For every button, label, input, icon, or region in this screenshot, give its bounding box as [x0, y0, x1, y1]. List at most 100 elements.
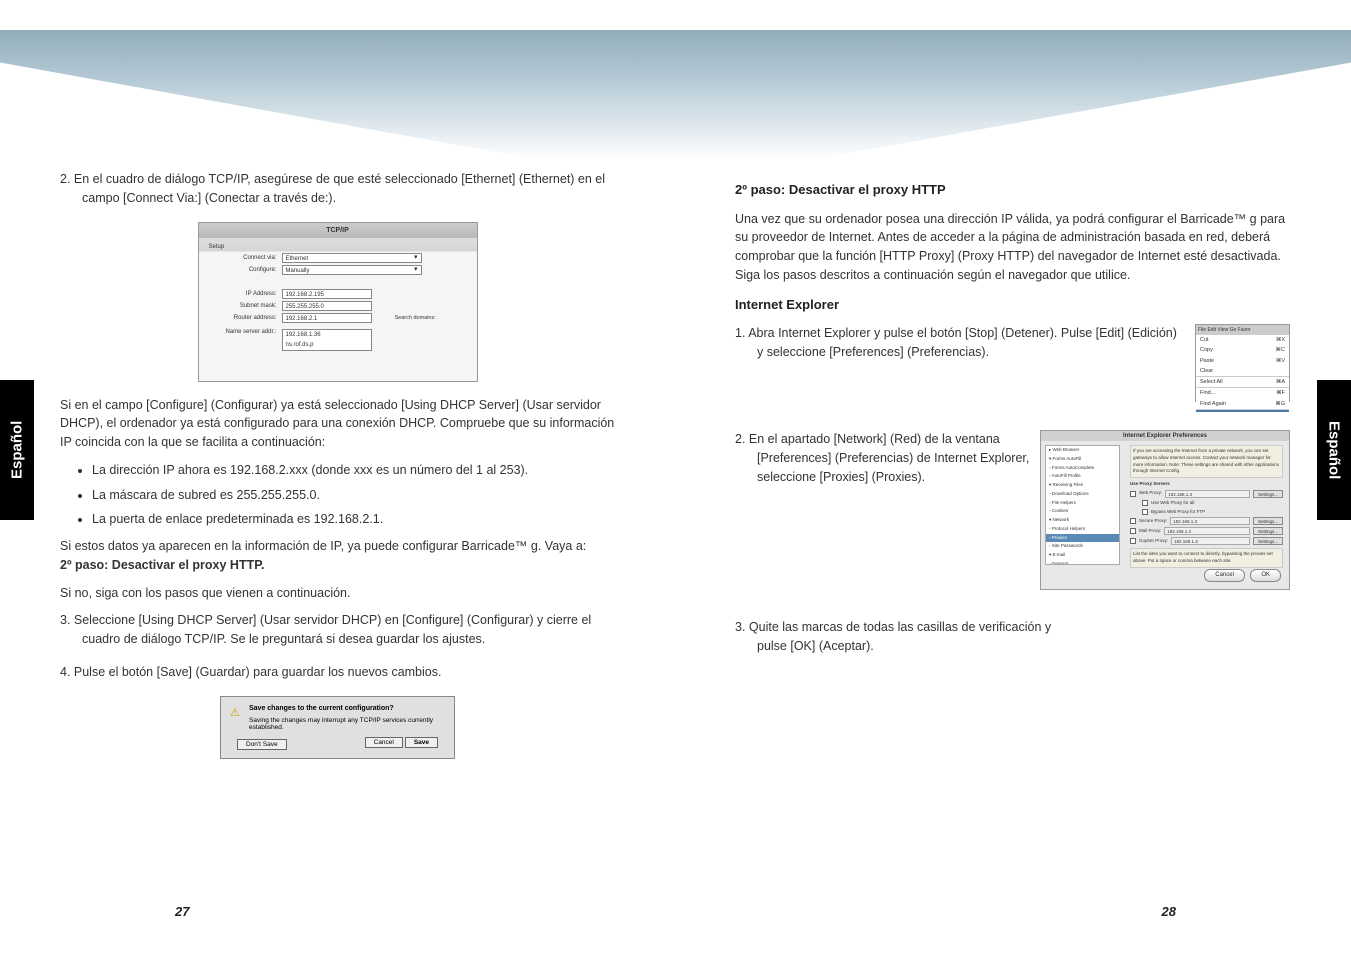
mi-prefs-key: ⌘;	[1278, 411, 1285, 412]
mi-find: Find...	[1200, 389, 1215, 397]
sb-6: ◦ File Helpers	[1046, 499, 1119, 508]
sb-9: ◦ Protocol Helpers	[1046, 525, 1119, 534]
configure-label: Configure:	[209, 267, 277, 273]
save-dialog-image: ⚠ Save changes to the current configurat…	[220, 696, 455, 759]
right-step1-item: File Edit View Go Favor Cut ⌘X Copy ⌘C Pas…	[735, 324, 1290, 412]
sb-7: ◦ Cookies	[1046, 507, 1119, 516]
bullet-3: La puerta de enlace predeterminada es 19…	[92, 510, 615, 529]
dont-save-button: Don't Save	[237, 739, 287, 750]
right-step2: 2. En el apartado [Network] (Red) de la …	[735, 430, 1055, 486]
tcpip-setup-label: Setup	[209, 244, 467, 250]
connect-via-field: Ethernet	[282, 253, 422, 263]
edit-menu-image: File Edit View Go Favor Cut ⌘X Copy ⌘C Pas…	[1195, 324, 1290, 402]
sb-10: ◦ Proxies	[1046, 534, 1119, 543]
mi-cut: Cut	[1200, 336, 1209, 344]
ip-field: 192.168.2.195	[282, 289, 372, 299]
pr-secure-set: Settings...	[1253, 517, 1283, 525]
mi-copy-key: ⌘C	[1276, 346, 1285, 354]
dns-field: 192.168.1.36 ns.rof.ds.p	[282, 329, 372, 351]
prefs-title: Internet Explorer Preferences	[1041, 431, 1289, 441]
pr-secure-val: 192.168.1.3	[1170, 517, 1250, 525]
left-para2-text: Si estos datos ya aparecen en la informa…	[60, 539, 586, 553]
connect-via-label: Connect via:	[209, 255, 277, 261]
pr-web: Web Proxy:	[1139, 490, 1162, 497]
pr-gopher-set: Settings...	[1253, 537, 1283, 545]
mi-cut-key: ⌘X	[1276, 336, 1285, 344]
right-step3-item: 3. Quite las marcas de todas las casilla…	[735, 618, 1290, 656]
save-dialog-sub: Saving the changes may interrupt any TCP…	[249, 717, 444, 731]
pr-gopher-val: 192.168.1.3	[1171, 537, 1250, 545]
left-para2: Si estos datos ya aparecen en la informa…	[60, 537, 615, 575]
mi-selectall: Select All	[1200, 378, 1223, 386]
prefs-section: Use Proxy Servers	[1130, 481, 1283, 488]
mi-find-key: ⌘F	[1276, 389, 1285, 397]
cancel-button: Cancel	[365, 737, 403, 748]
pr-mail-set: Settings...	[1253, 527, 1283, 535]
save-button: Save	[405, 737, 438, 748]
menubar: File Edit View Go Favor	[1196, 325, 1289, 335]
pr-web-val: 192.168.1.3	[1165, 490, 1250, 498]
pr-mail: Mail Proxy:	[1139, 528, 1161, 535]
prefs-sidebar: ▸ Web Browser ▾ Forms AutoFill ◦ Forms A…	[1045, 445, 1120, 565]
save-dialog-msg: Save changes to the current configuratio…	[249, 705, 444, 712]
router-field: 192.168.2.1	[282, 313, 372, 323]
pr-gopher: Gopher Proxy:	[1139, 538, 1168, 545]
page-left: 2. En el cuadro de diálogo TCP/IP, asegú…	[0, 0, 675, 954]
mi-paste-key: ⌘V	[1276, 357, 1285, 365]
configure-field: Manually	[282, 265, 422, 275]
mi-paste: Paste	[1200, 357, 1214, 365]
mi-selectall-key: ⌘A	[1276, 378, 1285, 386]
page-right: 2º paso: Desactivar el proxy HTTP Una ve…	[675, 0, 1350, 954]
ip-label: IP Address:	[209, 291, 277, 297]
prefs-hint: If you are accessing the Internet from a…	[1130, 445, 1283, 478]
tcpip-dialog-image: TCP/IP Setup Connect via: Ethernet Confi…	[198, 222, 478, 382]
sb-8: ▾ Network	[1046, 516, 1119, 525]
tcpip-title: TCP/IP	[199, 223, 477, 238]
left-step4: 4. Pulse el botón [Save] (Guardar) para …	[60, 663, 615, 682]
dns-label: Name server addr.:	[209, 329, 277, 335]
bullet-1: La dirección IP ahora es 192.168.2.xxx (…	[92, 461, 615, 480]
prefs-ok: OK	[1250, 569, 1281, 582]
left-para1: Si en el campo [Configure] (Configurar) …	[60, 396, 615, 452]
sb-3: ◦ AutoFill Profile	[1046, 472, 1119, 481]
sb-1: ▾ Forms AutoFill	[1046, 455, 1119, 464]
left-step2: 2. En el cuadro de diálogo TCP/IP, asegú…	[60, 170, 615, 208]
mi-findagain: Find Again	[1200, 400, 1226, 408]
ie-heading: Internet Explorer	[735, 295, 1290, 315]
sb-0: ▸ Web Browser	[1046, 446, 1119, 455]
sb-11: ◦ Site Passwords	[1046, 542, 1119, 551]
mi-prefs: Preferences...	[1200, 411, 1234, 412]
sb-4: ▾ Receiving Files	[1046, 481, 1119, 490]
bullet-2: La máscara de subred es 255.255.255.0.	[92, 486, 615, 505]
sb-5: ◦ Download Options	[1046, 490, 1119, 499]
side-tab-right: Español	[1317, 380, 1351, 520]
preferences-dialog-image: Internet Explorer Preferences ▸ Web Brow…	[1040, 430, 1290, 590]
pr-weball: Use Web Proxy for all	[1151, 500, 1194, 507]
right-heading1: 2º paso: Desactivar el proxy HTTP	[735, 180, 1290, 200]
left-para2-bold: 2º paso: Desactivar el proxy HTTP.	[60, 558, 264, 572]
bullet-list: La dirección IP ahora es 192.168.2.xxx (…	[60, 461, 615, 529]
pr-mail-val: 192.168.1.3	[1164, 527, 1250, 535]
mi-findagain-key: ⌘G	[1275, 400, 1285, 408]
subnet-label: Subnet mask:	[209, 303, 277, 309]
page-number-right: 28	[1162, 904, 1176, 919]
left-step3: 3. Seleccione [Using DHCP Server] (Usar …	[60, 611, 615, 649]
page-number-left: 27	[175, 904, 189, 919]
sb-2: ◦ Forms AutoComplete	[1046, 464, 1119, 473]
pr-secure: Secure Proxy:	[1139, 518, 1167, 525]
warning-icon: ⚠	[230, 706, 240, 719]
subnet-field: 255.255.255.0	[282, 301, 372, 311]
mi-copy: Copy	[1200, 346, 1213, 354]
side-tab-left: Español	[0, 380, 34, 520]
router-label: Router address:	[209, 315, 277, 321]
right-step2-item: Internet Explorer Preferences ▸ Web Brow…	[735, 430, 1290, 600]
right-intro: Una vez que su ordenador posea una direc…	[735, 210, 1290, 285]
pr-web-set: Settings...	[1253, 490, 1283, 498]
sb-12: ▾ E-mail	[1046, 551, 1119, 560]
pr-bypass: Bypass Web Proxy for FTP	[1151, 509, 1205, 516]
right-step3: 3. Quite las marcas de todas las casilla…	[735, 618, 1055, 656]
mi-clear: Clear	[1200, 367, 1213, 375]
search-domains-label: Search domains:	[395, 315, 436, 321]
sb-13: ◦ General	[1046, 560, 1119, 565]
prefs-cancel: Cancel	[1204, 569, 1245, 582]
